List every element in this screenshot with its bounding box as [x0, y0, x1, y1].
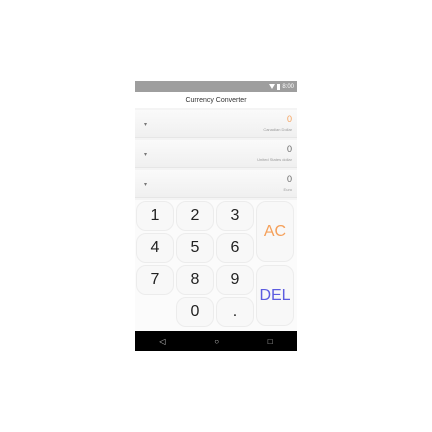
decimal-point-key[interactable]: . — [216, 297, 254, 327]
back-icon[interactable]: ◁ — [159, 337, 165, 346]
delete-button[interactable]: DEL — [256, 265, 294, 326]
battery-icon — [277, 83, 281, 90]
key-4[interactable]: 4 — [136, 233, 174, 263]
status-bar: 8:00 — [135, 81, 297, 92]
currency-row-cad[interactable]: ▾ 0 Canadian Dollar — [135, 110, 297, 138]
key-5[interactable]: 5 — [176, 233, 214, 263]
wifi-icon — [269, 84, 276, 89]
app-title-bar: Currency Converter — [135, 92, 297, 108]
key-1[interactable]: 1 — [136, 201, 174, 231]
keypad: 1 2 3 AC 4 5 6 7 8 9 DEL 0 . — [135, 200, 297, 331]
dropdown-chevron-icon[interactable]: ▾ — [144, 151, 147, 158]
dropdown-chevron-icon[interactable]: ▾ — [144, 181, 147, 188]
currency-name: Canadian Dollar — [263, 127, 292, 132]
navigation-bar: ◁ ○ □ — [135, 331, 297, 351]
currency-row-usd[interactable]: ▾ 0 United States dollar — [135, 140, 297, 168]
currency-row-eur[interactable]: ▾ 0 Euro — [135, 170, 297, 198]
all-clear-button[interactable]: AC — [256, 201, 294, 262]
recent-apps-icon[interactable]: □ — [268, 337, 273, 346]
key-0[interactable]: 0 — [176, 297, 214, 327]
currency-value: 0 — [286, 174, 292, 184]
key-8[interactable]: 8 — [176, 265, 214, 295]
key-3[interactable]: 3 — [216, 201, 254, 231]
status-time: 8:00 — [282, 83, 294, 90]
currency-value: 0 — [286, 114, 292, 124]
phone-screen: 8:00 Currency Converter ▾ 0 Canadian Dol… — [135, 81, 297, 351]
currency-value: 0 — [286, 144, 292, 154]
key-2[interactable]: 2 — [176, 201, 214, 231]
key-9[interactable]: 9 — [216, 265, 254, 295]
key-6[interactable]: 6 — [216, 233, 254, 263]
key-7[interactable]: 7 — [136, 265, 174, 295]
app-title: Currency Converter — [185, 96, 247, 104]
dropdown-chevron-icon[interactable]: ▾ — [144, 121, 147, 128]
currency-name: United States dollar — [257, 157, 292, 162]
currency-name: Euro — [283, 187, 292, 192]
home-icon[interactable]: ○ — [214, 337, 219, 346]
